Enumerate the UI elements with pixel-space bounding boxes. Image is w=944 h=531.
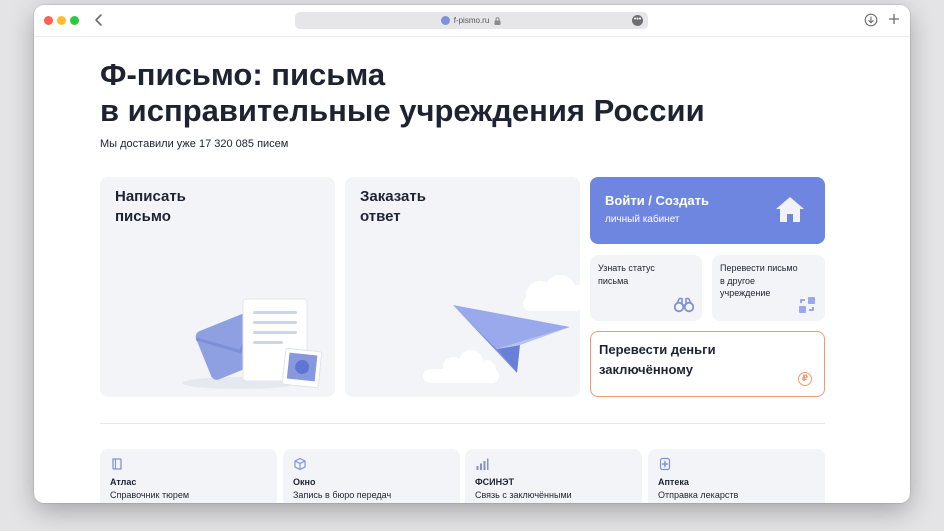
browser-titlebar: f-pismo.ru ••• — [34, 5, 910, 37]
home-icon — [776, 197, 804, 222]
download-icon[interactable] — [864, 13, 878, 27]
package-icon — [294, 457, 306, 471]
url-text: f-pismo.ru — [453, 16, 490, 25]
paper-plane-illustration — [423, 275, 580, 383]
service-card-atlas[interactable]: Атлас Справочник тюрем — [100, 449, 277, 503]
back-arrow-icon[interactable] — [92, 12, 106, 28]
send-money-card[interactable]: Перевести деньги заключённому ₽ — [590, 331, 825, 397]
service-card-fsinet[interactable]: ФСИНЭТ Связь с заключёнными — [465, 449, 642, 503]
service-description: Запись в бюро передач — [293, 490, 392, 500]
zoom-window-button[interactable] — [70, 16, 79, 25]
order-reply-card[interactable]: Заказать ответ — [345, 177, 580, 397]
service-name: Атлас — [110, 477, 137, 487]
card-title-line: письма — [598, 275, 629, 286]
page-title: Ф-письмо: письма в исправительные учрежд… — [100, 57, 820, 129]
section-divider — [100, 423, 825, 424]
send-money-title: Перевести деньги заключённому — [599, 340, 716, 380]
service-name: ФСИНЭТ — [475, 477, 515, 487]
service-description: Справочник тюрем — [110, 490, 190, 500]
write-letter-card[interactable]: Написать письмо — [100, 177, 335, 397]
service-description: Отправка лекарств — [658, 490, 739, 500]
login-subtitle: личный кабинет — [605, 214, 680, 225]
new-tab-icon[interactable] — [887, 12, 901, 26]
page-title-line: Ф-письмо: письма — [100, 57, 386, 92]
card-title-line: заключённому — [599, 362, 693, 377]
delivered-counter: Мы доставили уже 17 320 085 писем — [100, 138, 289, 150]
service-description: Связь с заключёнными — [475, 490, 572, 500]
login-card[interactable]: Войти / Создать личный кабинет — [590, 177, 825, 244]
service-card-pharmacy[interactable]: Аптека Отправка лекарств — [648, 449, 825, 503]
card-title-line: Перевести деньги — [599, 342, 716, 357]
check-status-title: Узнать статус письма — [598, 262, 655, 287]
service-card-window[interactable]: Окно Запись в бюро передач — [283, 449, 460, 503]
minimize-window-button[interactable] — [57, 16, 66, 25]
service-name: Аптека — [658, 477, 689, 487]
card-title-line: учреждение — [720, 288, 771, 298]
letter-envelope-illustration — [182, 298, 323, 389]
page-title-line: в исправительные учреждения России — [100, 93, 705, 128]
login-title: Войти / Создать — [605, 193, 709, 208]
transfer-letter-card[interactable]: Перевести письмо в другое учреждение — [712, 255, 825, 321]
pharmacy-icon — [659, 457, 671, 471]
card-title-line: в другое — [720, 275, 756, 286]
transfer-letter-title: Перевести письмо в другое учреждение — [720, 262, 798, 300]
lock-icon — [494, 16, 501, 25]
more-options-icon[interactable]: ••• — [632, 15, 643, 26]
card-title-line: Узнать статус — [598, 263, 655, 273]
binoculars-icon — [674, 297, 694, 313]
book-icon — [112, 458, 122, 470]
service-name: Окно — [293, 477, 316, 487]
site-favicon-icon — [440, 16, 450, 25]
close-window-button[interactable] — [44, 16, 53, 25]
card-title-line: Перевести письмо — [720, 263, 798, 273]
ruble-icon: ₽ — [798, 372, 812, 386]
signal-icon — [476, 458, 489, 470]
swap-icon — [799, 297, 815, 313]
check-status-card[interactable]: Узнать статус письма — [590, 255, 702, 321]
browser-window: f-pismo.ru ••• Ф-письмо: письма в исправ… — [34, 5, 910, 503]
address-bar[interactable]: f-pismo.ru ••• — [295, 12, 648, 29]
